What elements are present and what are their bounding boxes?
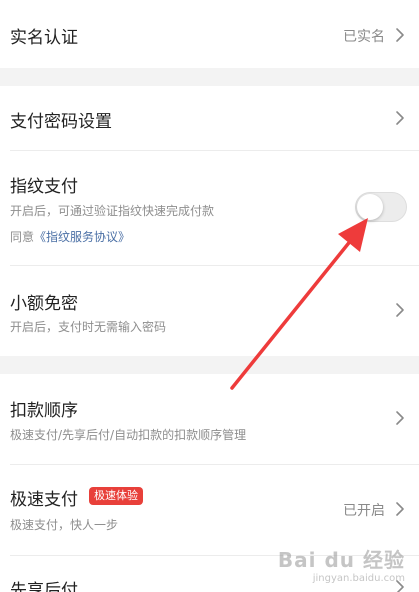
- deduct-order-desc: 极速支付/先享后付/自动扣款的扣款顺序管理: [10, 428, 247, 442]
- pay-password-row[interactable]: 支付密码设置: [0, 86, 419, 150]
- quick-pay-row[interactable]: 极速支付 极速体验 极速支付，快人一步 已开启: [0, 465, 419, 555]
- quick-pay-desc: 极速支付，快人一步: [10, 518, 119, 532]
- deduct-order-row[interactable]: 扣款顺序 极速支付/先享后付/自动扣款的扣款顺序管理: [0, 374, 419, 464]
- chevron-right-icon: [395, 302, 405, 318]
- chevron-right-icon: [395, 27, 405, 43]
- chevron-right-icon: [395, 501, 405, 517]
- pay-password-title: 支付密码设置: [10, 112, 112, 132]
- quick-pay-title: 极速支付: [10, 490, 78, 510]
- fingerprint-pay-desc: 开启后，可通过验证指纹快速完成付款: [10, 204, 215, 218]
- real-name-row[interactable]: 实名认证 已实名: [0, 0, 419, 68]
- quick-pay-badge: 极速体验: [89, 487, 143, 505]
- fingerprint-pay-title: 指纹支付: [10, 177, 78, 197]
- watermark-logo: Bai du 经验: [277, 548, 405, 572]
- real-name-title: 实名认证: [10, 28, 78, 48]
- toggle-knob: [357, 194, 383, 220]
- payment-settings-screen: 实名认证 已实名 支付密码设置 指纹支付 开启后，可通过验证指纹快速完成付款 同…: [0, 0, 419, 592]
- fingerprint-agreement-link[interactable]: 《指纹服务协议》: [34, 230, 130, 244]
- fingerprint-pay-toggle[interactable]: [355, 192, 407, 222]
- fingerprint-pay-row: 指纹支付 开启后，可通过验证指纹快速完成付款 同意《指纹服务协议》: [0, 151, 419, 265]
- agreement-prefix: 同意: [10, 230, 35, 244]
- small-amount-free-row[interactable]: 小额免密 开启后，支付时无需输入密码: [0, 266, 419, 356]
- chevron-right-icon: [395, 110, 405, 126]
- pay-later-title: 先享后付: [10, 581, 78, 592]
- real-name-status: 已实名: [343, 29, 385, 45]
- watermark: Bai du 经验 jingyan.baidu.com: [278, 544, 405, 584]
- fingerprint-agreement: 同意《指纹服务协议》: [10, 228, 130, 245]
- quick-pay-status: 已开启: [343, 503, 385, 519]
- deduct-order-title: 扣款顺序: [10, 401, 78, 421]
- watermark-url: jingyan.baidu.com: [312, 573, 405, 584]
- small-amount-free-title: 小额免密: [10, 294, 78, 314]
- small-amount-free-desc: 开启后，支付时无需输入密码: [10, 320, 167, 334]
- chevron-right-icon: [395, 410, 405, 426]
- security-group: 支付密码设置 指纹支付 开启后，可通过验证指纹快速完成付款 同意《指纹服务协议》…: [0, 86, 419, 356]
- identity-group: 实名认证 已实名: [0, 0, 419, 68]
